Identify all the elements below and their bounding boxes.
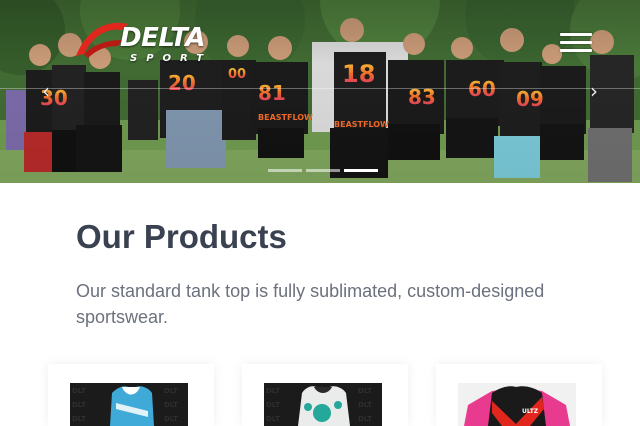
svg-text:DLT: DLT (266, 401, 280, 409)
svg-text:DLT: DLT (358, 401, 372, 409)
svg-text:DLT: DLT (72, 415, 86, 423)
chevron-left-icon[interactable]: ‹ (38, 81, 54, 101)
hamburger-menu-icon[interactable] (560, 30, 594, 54)
product-thumbnail: DLT DLT DLT DLT DLT DLT (264, 383, 382, 426)
delta-sport-logo[interactable]: DELTA SPORT (70, 16, 220, 66)
svg-text:ULTZ: ULTZ (522, 408, 539, 415)
svg-text:DLT: DLT (72, 401, 86, 409)
product-card[interactable]: ULTZ (436, 364, 602, 426)
product-cards: DLT DLT DLT DLT DLT DLT DLT DLT DLT DLT DLT DLT (48, 364, 604, 426)
slide-indicators (268, 169, 378, 173)
svg-text:DLT: DLT (164, 415, 178, 423)
chevron-right-icon[interactable]: › (586, 81, 602, 101)
products-description: Our standard tank top is fully sublimate… (76, 281, 545, 327)
svg-text:DLT: DLT (358, 387, 372, 395)
product-card[interactable]: DLT DLT DLT DLT DLT DLT (242, 364, 408, 426)
slide-indicator-1[interactable] (268, 169, 302, 172)
slide-indicator-2[interactable] (306, 169, 340, 172)
product-card[interactable]: DLT DLT DLT DLT DLT DLT (48, 364, 214, 426)
blue-tank-top-image: DLT DLT DLT DLT DLT DLT (70, 383, 188, 426)
logo-subtext: SPORT (130, 53, 213, 64)
svg-text:DLT: DLT (72, 387, 86, 395)
white-teal-tank-top-image: DLT DLT DLT DLT DLT DLT (264, 383, 382, 426)
hero-banner: 30 20 00 81 18 83 60 09 BEASTFLOW BEASTF… (0, 0, 640, 183)
svg-text:DLT: DLT (164, 387, 178, 395)
red-black-jersey-image: ULTZ (458, 383, 576, 426)
svg-text:DLT: DLT (266, 387, 280, 395)
product-thumbnail: DLT DLT DLT DLT DLT DLT (70, 383, 188, 426)
page-title: Our Products (76, 218, 287, 255)
logo-wordmark: DELTA (120, 23, 205, 53)
product-thumbnail: ULTZ (458, 383, 576, 426)
slide-indicator-3[interactable] (344, 169, 378, 172)
svg-text:DLT: DLT (164, 401, 178, 409)
svg-text:DLT: DLT (266, 415, 280, 423)
svg-text:DLT: DLT (358, 415, 372, 423)
